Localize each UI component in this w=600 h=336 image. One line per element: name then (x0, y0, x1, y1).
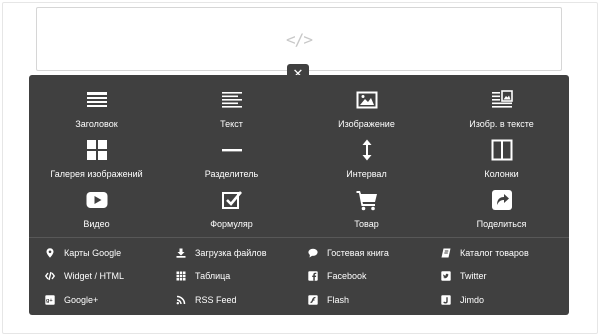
spacing-icon (362, 139, 371, 161)
list-item-rss-feed[interactable]: RSS Feed (176, 288, 308, 312)
list-item-label: Загрузка файлов (195, 247, 267, 258)
catalog-icon (441, 248, 451, 258)
list-item-label: Гостевая книга (327, 247, 389, 258)
list-item-label: Google+ (64, 294, 99, 305)
list-item-label: Каталог товаров (460, 247, 529, 258)
jimdo-icon (441, 295, 451, 305)
code-icon: </> (286, 29, 313, 49)
list-item-widget-html[interactable]: Widget / HTML (45, 265, 176, 289)
list-item-flash[interactable]: Flash (308, 288, 441, 312)
list-item-guestbook[interactable]: Гостевая книга (308, 241, 441, 265)
list-item-jimdo[interactable]: Jimdo (441, 288, 565, 312)
tile-label: Поделиться (476, 219, 527, 229)
rss-icon (176, 295, 186, 305)
tile-form[interactable]: Формуляр (164, 185, 299, 235)
tile-heading[interactable]: Заголовок (29, 85, 164, 135)
tile-image-in-text[interactable]: Изобр. в тексте (434, 85, 569, 135)
table-icon (176, 271, 186, 281)
tile-label: Товар (354, 219, 379, 229)
download-icon (176, 248, 186, 258)
tile-text[interactable]: Текст (164, 85, 299, 135)
form-icon (221, 191, 242, 209)
twitter-icon (441, 271, 451, 281)
tile-columns[interactable]: Колонки (434, 135, 569, 185)
tile-video[interactable]: Видео (29, 185, 164, 235)
facebook-icon (308, 271, 318, 281)
list-item-label: RSS Feed (195, 294, 237, 305)
tile-label: Галерея изображений (50, 169, 143, 179)
list-item-google-plus[interactable]: g+ Google+ (45, 288, 176, 312)
code-icon (45, 272, 55, 281)
svg-text:g+: g+ (46, 298, 53, 304)
list-item-table[interactable]: Таблица (176, 265, 308, 289)
tile-label: Формуляр (210, 219, 253, 229)
flash-icon (308, 295, 318, 305)
list-item-label: Таблица (195, 271, 231, 282)
divider-icon (221, 149, 242, 152)
text-icon (221, 92, 242, 108)
image-icon (356, 91, 377, 109)
list-item-label: Twitter (460, 271, 487, 282)
gallery-icon (86, 140, 107, 160)
list-item-google-maps[interactable]: Карты Google (45, 241, 176, 265)
share-icon (491, 190, 512, 210)
heading-icon (86, 92, 107, 107)
empty-content-placeholder[interactable]: </> (36, 7, 562, 71)
element-grid: Заголовок Текст Изображение Изобр. в тек… (29, 85, 569, 235)
image-text-icon (491, 90, 513, 108)
tile-label: Разделитель (204, 169, 259, 179)
tile-label: Интервал (346, 169, 387, 179)
tile-label: Заголовок (75, 119, 118, 129)
tile-spacing[interactable]: Интервал (299, 135, 434, 185)
tile-label: Текст (220, 119, 243, 129)
list-item-file-download[interactable]: Загрузка файлов (176, 241, 308, 265)
tile-image[interactable]: Изображение (299, 85, 434, 135)
tile-label: Колонки (484, 169, 519, 179)
list-item-twitter[interactable]: Twitter (441, 265, 565, 289)
video-icon (86, 192, 107, 208)
tile-label: Видео (83, 219, 110, 229)
columns-icon (491, 139, 512, 161)
list-item-label: Карты Google (64, 247, 122, 258)
map-pin-icon (46, 248, 54, 258)
section-divider (29, 237, 569, 238)
tile-label: Изображение (338, 119, 395, 129)
google-plus-icon: g+ (45, 295, 55, 305)
list-item-facebook[interactable]: Facebook (308, 265, 441, 289)
cart-icon (356, 191, 377, 211)
tile-product[interactable]: Товар (299, 185, 434, 235)
list-item-label: Facebook (327, 271, 367, 282)
list-item-label: Flash (327, 294, 350, 305)
widget-list: Карты Google Загрузка файлов Гостевая кн… (45, 241, 565, 312)
add-element-panel: Заголовок Текст Изображение Изобр. в тек… (29, 75, 569, 315)
list-item-label: Widget / HTML (64, 271, 125, 282)
comment-icon (308, 248, 318, 258)
list-item-product-catalog[interactable]: Каталог товаров (441, 241, 565, 265)
list-item-label: Jimdo (460, 294, 485, 305)
tile-gallery[interactable]: Галерея изображений (29, 135, 164, 185)
tile-label: Изобр. в тексте (469, 119, 534, 129)
tile-divider[interactable]: Разделитель (164, 135, 299, 185)
tile-share[interactable]: Поделиться (434, 185, 569, 235)
